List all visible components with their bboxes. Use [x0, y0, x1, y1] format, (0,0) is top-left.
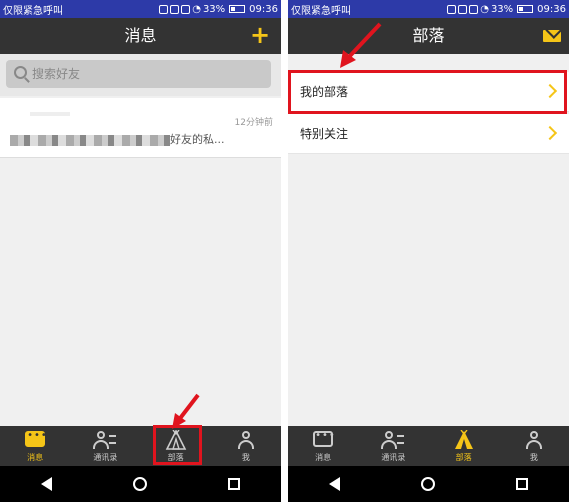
search-icon: [14, 66, 27, 79]
chevron-right-icon: [542, 125, 558, 141]
tab-contacts[interactable]: 通讯录: [70, 426, 140, 466]
tab-label: 通讯录: [381, 453, 406, 462]
back-icon[interactable]: [328, 477, 340, 491]
annotation-arrow: [172, 393, 200, 429]
notification-icon: [458, 4, 468, 14]
chat-icon: [313, 430, 334, 447]
notification-icon: [447, 4, 457, 14]
wifi-icon: ◔: [480, 3, 489, 15]
system-nav-bar: [0, 466, 281, 502]
wifi-icon: ◔: [192, 3, 201, 15]
tent-icon: [454, 430, 473, 449]
bottom-tab-bar: 消息 通讯录 部落 我: [0, 426, 281, 466]
header-bar: 消息 +: [0, 18, 281, 54]
tribe-tab-highlight: [153, 425, 202, 465]
chat-icon: [25, 430, 46, 447]
home-icon[interactable]: [420, 477, 435, 491]
my-tribe-highlight: [288, 70, 567, 114]
tab-label: 消息: [315, 453, 332, 462]
sender-name-blurred: [30, 112, 70, 116]
battery-percent: 33%: [202, 3, 226, 15]
tab-me[interactable]: 我: [211, 426, 281, 466]
contacts-icon: [93, 431, 117, 449]
search-box[interactable]: [6, 60, 271, 88]
clock: 09:36: [537, 3, 566, 15]
battery-percent: 33%: [490, 3, 514, 15]
status-bar: 仅限紧急呼叫 ◔ 33% 09:36: [288, 0, 569, 18]
tab-label: 消息: [27, 453, 44, 462]
right-screen: 仅限紧急呼叫 ◔ 33% 09:36 部落 我的部落 特别关注 消息 通讯录: [288, 0, 569, 502]
person-icon: [237, 431, 254, 449]
tab-messages[interactable]: 消息: [288, 426, 358, 466]
person-icon: [525, 431, 542, 449]
search-input[interactable]: [32, 60, 232, 88]
contacts-icon: [381, 431, 405, 449]
tab-contacts[interactable]: 通讯录: [358, 426, 428, 466]
status-bar: 仅限紧急呼叫 ◔ 33% 09:36: [0, 0, 281, 18]
tab-me[interactable]: 我: [499, 426, 569, 466]
recent-apps-icon[interactable]: [516, 478, 529, 490]
system-nav-bar: [288, 466, 569, 502]
notification-icon: [181, 4, 191, 14]
notification-icon: [159, 4, 169, 14]
message-time: 12分钟前: [234, 118, 273, 128]
message-preview: 好友的私...: [10, 131, 225, 147]
tab-label: 部落: [455, 453, 472, 462]
recent-apps-icon[interactable]: [228, 478, 241, 490]
message-list-item[interactable]: 12分钟前 好友的私...: [0, 98, 281, 158]
left-screen: 仅限紧急呼叫 ◔ 33% 09:36 消息 + 12分钟前 好友的私... 消息: [0, 0, 281, 502]
tab-tribe[interactable]: 部落: [429, 426, 499, 466]
clock: 09:36: [249, 3, 278, 15]
special-follow-row[interactable]: 特别关注: [288, 114, 569, 154]
row-label: 特别关注: [300, 127, 349, 141]
page-title: 消息: [124, 26, 157, 45]
notification-icon: [469, 4, 479, 14]
annotation-arrow: [340, 22, 382, 68]
home-icon[interactable]: [132, 477, 147, 491]
carrier-text: 仅限紧急呼叫: [3, 5, 63, 17]
back-icon[interactable]: [40, 477, 52, 491]
tab-messages[interactable]: 消息: [0, 426, 70, 466]
blurred-text: [10, 134, 170, 146]
battery-icon: [229, 5, 246, 13]
add-icon[interactable]: +: [249, 23, 271, 47]
notification-icon: [170, 4, 180, 14]
mail-icon[interactable]: [543, 30, 561, 42]
tab-label: 我: [529, 453, 538, 462]
battery-icon: [517, 5, 534, 13]
message-preview-text: 好友的私...: [170, 133, 225, 146]
header-bar: 部落: [288, 18, 569, 54]
carrier-text: 仅限紧急呼叫: [291, 5, 351, 17]
tab-label: 通讯录: [93, 453, 118, 462]
tab-label: 我: [241, 453, 250, 462]
search-area: [0, 54, 281, 96]
bottom-tab-bar: 消息 通讯录 部落 我: [288, 426, 569, 466]
page-title: 部落: [412, 26, 445, 45]
